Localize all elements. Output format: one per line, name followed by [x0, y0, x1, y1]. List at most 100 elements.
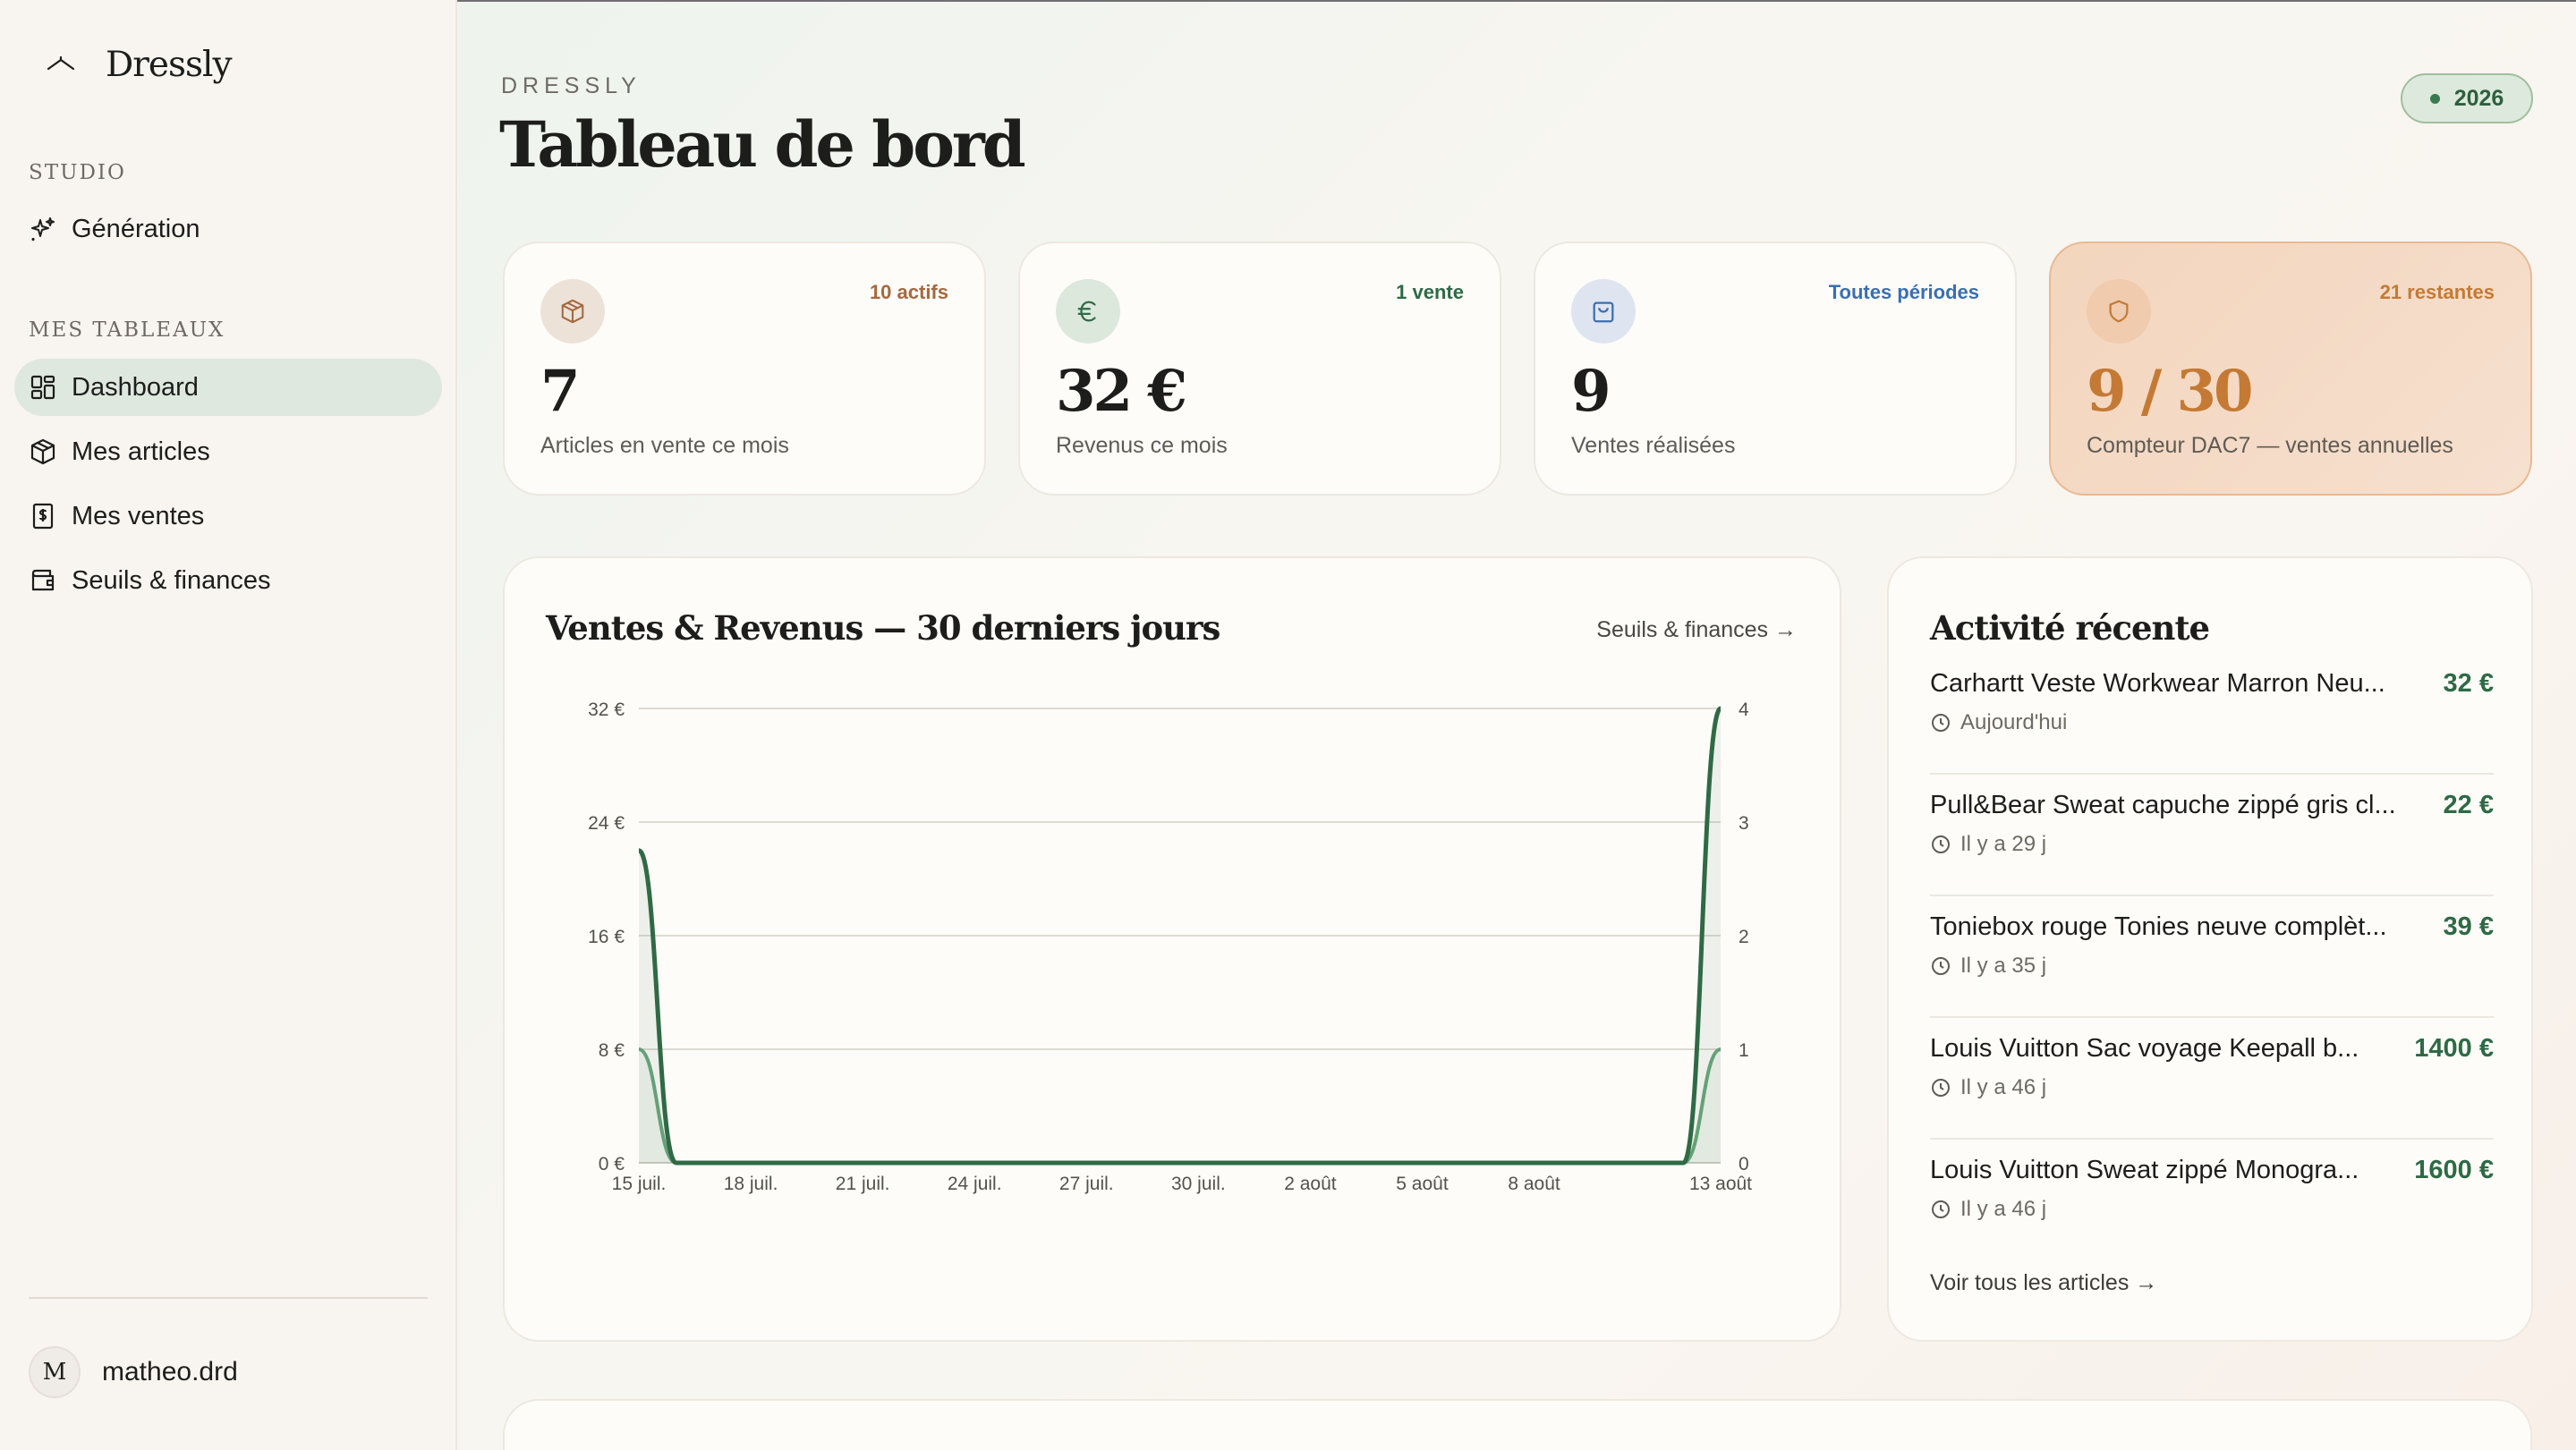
- activity-item-time: Il y a 46 j: [1930, 1075, 2046, 1100]
- nav-item-mes-articles[interactable]: Mes articles: [14, 423, 442, 480]
- bottom-card: [503, 1399, 2532, 1450]
- activity-item-title: Toniebox rouge Tonies neuve complèt...: [1930, 912, 2387, 941]
- activity-item-title: Pull&Bear Sweat capuche zippé gris cl...: [1930, 791, 2396, 819]
- stat-value: 7: [540, 358, 580, 425]
- y-left-tick-label: 8 €: [599, 1040, 625, 1061]
- year-badge[interactable]: 2026: [2401, 73, 2533, 123]
- box-icon: [30, 438, 55, 465]
- activity-item-price: 39 €: [2443, 912, 2494, 941]
- activity-item-time: Aujourd'hui: [1930, 710, 2067, 735]
- clock-icon: [1932, 1200, 1950, 1218]
- stat-value: 9: [1571, 358, 1611, 425]
- stat-label: Ventes réalisées: [1571, 433, 1736, 458]
- activity-item-time-label: Il y a 29 j: [1960, 832, 2047, 856]
- activity-item-price: 32 €: [2443, 669, 2494, 698]
- clock-icon: [1932, 957, 1950, 975]
- nav-item-generation[interactable]: Génération: [14, 200, 442, 258]
- activity-card: Activité récente Carhartt Veste Workwear…: [1887, 556, 2533, 1342]
- stat-value: 9 / 30: [2087, 358, 2254, 425]
- y-right-tick-label: 1: [1739, 1040, 1749, 1061]
- y-left-tick-label: 32 €: [588, 700, 625, 720]
- nav-label: Mes articles: [72, 437, 210, 466]
- section-label-studio: STUDIO: [29, 161, 126, 184]
- activity-title: Activité récente: [1930, 608, 2210, 648]
- stat-icon-wrap: [1056, 279, 1120, 343]
- stat-label: Articles en vente ce mois: [540, 433, 789, 458]
- activity-item-time: Il y a 35 j: [1930, 954, 2046, 979]
- y-right-tick-label: 0: [1739, 1154, 1749, 1174]
- stat-value: 32 €: [1056, 358, 1187, 425]
- activity-item-time-label: Aujourd'hui: [1960, 710, 2068, 734]
- nav-label: Dashboard: [72, 372, 199, 402]
- sidebar: Dressly STUDIO Génération MES TABLEAUX D…: [0, 0, 457, 1450]
- x-tick-label: 18 juil.: [724, 1174, 778, 1194]
- grid-icon: [30, 375, 55, 400]
- activity-item[interactable]: Louis Vuitton Sac voyage Keepall b... 140…: [1930, 1018, 2494, 1140]
- sparkles-icon: [31, 217, 55, 241]
- activity-item[interactable]: Louis Vuitton Sweat zippé Monogra... 1600…: [1930, 1140, 2494, 1261]
- x-tick-label: 5 août: [1396, 1174, 1449, 1194]
- clock-icon: [1932, 714, 1950, 732]
- view-all-articles-link[interactable]: Voir tous les articles →: [1930, 1270, 2157, 1296]
- y-right-tick-label: 2: [1739, 927, 1749, 947]
- stat-card-dac7[interactable]: 21 restantes 9 / 30 Compteur DAC7 — vent…: [2049, 242, 2532, 496]
- box-icon: [561, 299, 584, 324]
- brand[interactable]: Dressly: [43, 45, 233, 85]
- user-profile[interactable]: M matheo.drd: [29, 1346, 238, 1398]
- clock-icon: [1932, 835, 1950, 853]
- stat-icon-wrap: [2087, 279, 2151, 343]
- receipt-icon: [32, 503, 54, 530]
- x-tick-label: 24 juil.: [948, 1174, 1002, 1194]
- shield-icon: [2109, 300, 2129, 323]
- clock-icon: [1932, 1079, 1950, 1097]
- nav-item-seuils-finances[interactable]: Seuils & finances: [14, 552, 442, 609]
- y-left-tick-label: 24 €: [588, 813, 625, 834]
- activity-item-time-label: Il y a 46 j: [1960, 1075, 2047, 1099]
- activity-item-time: Il y a 46 j: [1930, 1197, 2046, 1222]
- status-dot: [2429, 93, 2440, 104]
- activity-item-time-label: Il y a 35 j: [1960, 954, 2047, 978]
- stat-badge: 21 restantes: [2379, 281, 2495, 303]
- activity-item-price: 1600 €: [2414, 1156, 2494, 1184]
- activity-item-title: Louis Vuitton Sac voyage Keepall b...: [1930, 1034, 2359, 1063]
- chart-card: Ventes & Revenus — 30 derniers jours Seu…: [503, 556, 1841, 1342]
- sales-series-line: [638, 1047, 1722, 1165]
- avatar: M: [29, 1346, 81, 1398]
- nav-label: Seuils & finances: [72, 565, 271, 595]
- nav-item-mes-ventes[interactable]: Mes ventes: [14, 488, 442, 545]
- stat-icon-wrap: [1571, 279, 1636, 343]
- stat-card-articles[interactable]: 10 actifs 7 Articles en vente ce mois: [503, 242, 986, 496]
- activity-item[interactable]: Pull&Bear Sweat capuche zippé gris cl...…: [1930, 775, 2494, 896]
- page-eyebrow: DRESSLY: [501, 73, 642, 98]
- user-name: matheo.drd: [102, 1357, 238, 1386]
- activity-item[interactable]: Carhartt Veste Workwear Marron Neu... 32 …: [1930, 653, 2494, 775]
- y-left-tick-label: 0 €: [599, 1154, 625, 1174]
- activity-item-time-label: Il y a 46 j: [1960, 1197, 2047, 1221]
- brand-name: Dressly: [106, 45, 233, 85]
- euro-icon: [1077, 301, 1096, 322]
- activity-item[interactable]: Toniebox rouge Tonies neuve complèt... 39…: [1930, 896, 2494, 1018]
- nav-label: Génération: [72, 214, 200, 243]
- year-label: 2026: [2453, 85, 2504, 111]
- stat-badge: 1 vente: [1396, 281, 1464, 303]
- stat-label: Revenus ce mois: [1056, 433, 1228, 458]
- wallet-icon: [31, 569, 55, 591]
- y-right-tick-label: 4: [1739, 700, 1749, 720]
- nav-label: Mes ventes: [72, 501, 205, 530]
- x-tick-label: 13 août: [1689, 1174, 1752, 1194]
- series-area: [639, 1049, 1721, 1163]
- activity-item-title: Louis Vuitton Sweat zippé Monogra...: [1930, 1156, 2359, 1184]
- sidebar-divider: [29, 1297, 428, 1299]
- stat-icon-wrap: [540, 279, 605, 343]
- activity-item-title: Carhartt Veste Workwear Marron Neu...: [1930, 669, 2385, 698]
- stat-badge: 10 actifs: [869, 281, 948, 303]
- main-content: DRESSLY Tableau de bord 2026 10 actifs 7…: [459, 2, 2576, 1450]
- activity-item-price: 22 €: [2443, 791, 2494, 819]
- x-tick-label: 15 juil.: [612, 1174, 667, 1194]
- stat-label: Compteur DAC7 — ventes annuelles: [2087, 433, 2453, 458]
- nav-item-dashboard[interactable]: Dashboard: [14, 359, 442, 416]
- bag-icon: [1593, 301, 1614, 323]
- x-tick-label: 2 août: [1284, 1174, 1337, 1194]
- stat-card-ventes[interactable]: Toutes périodes 9 Ventes réalisées: [1534, 242, 2017, 496]
- stat-card-revenus[interactable]: 1 vente 32 € Revenus ce mois: [1018, 242, 1501, 496]
